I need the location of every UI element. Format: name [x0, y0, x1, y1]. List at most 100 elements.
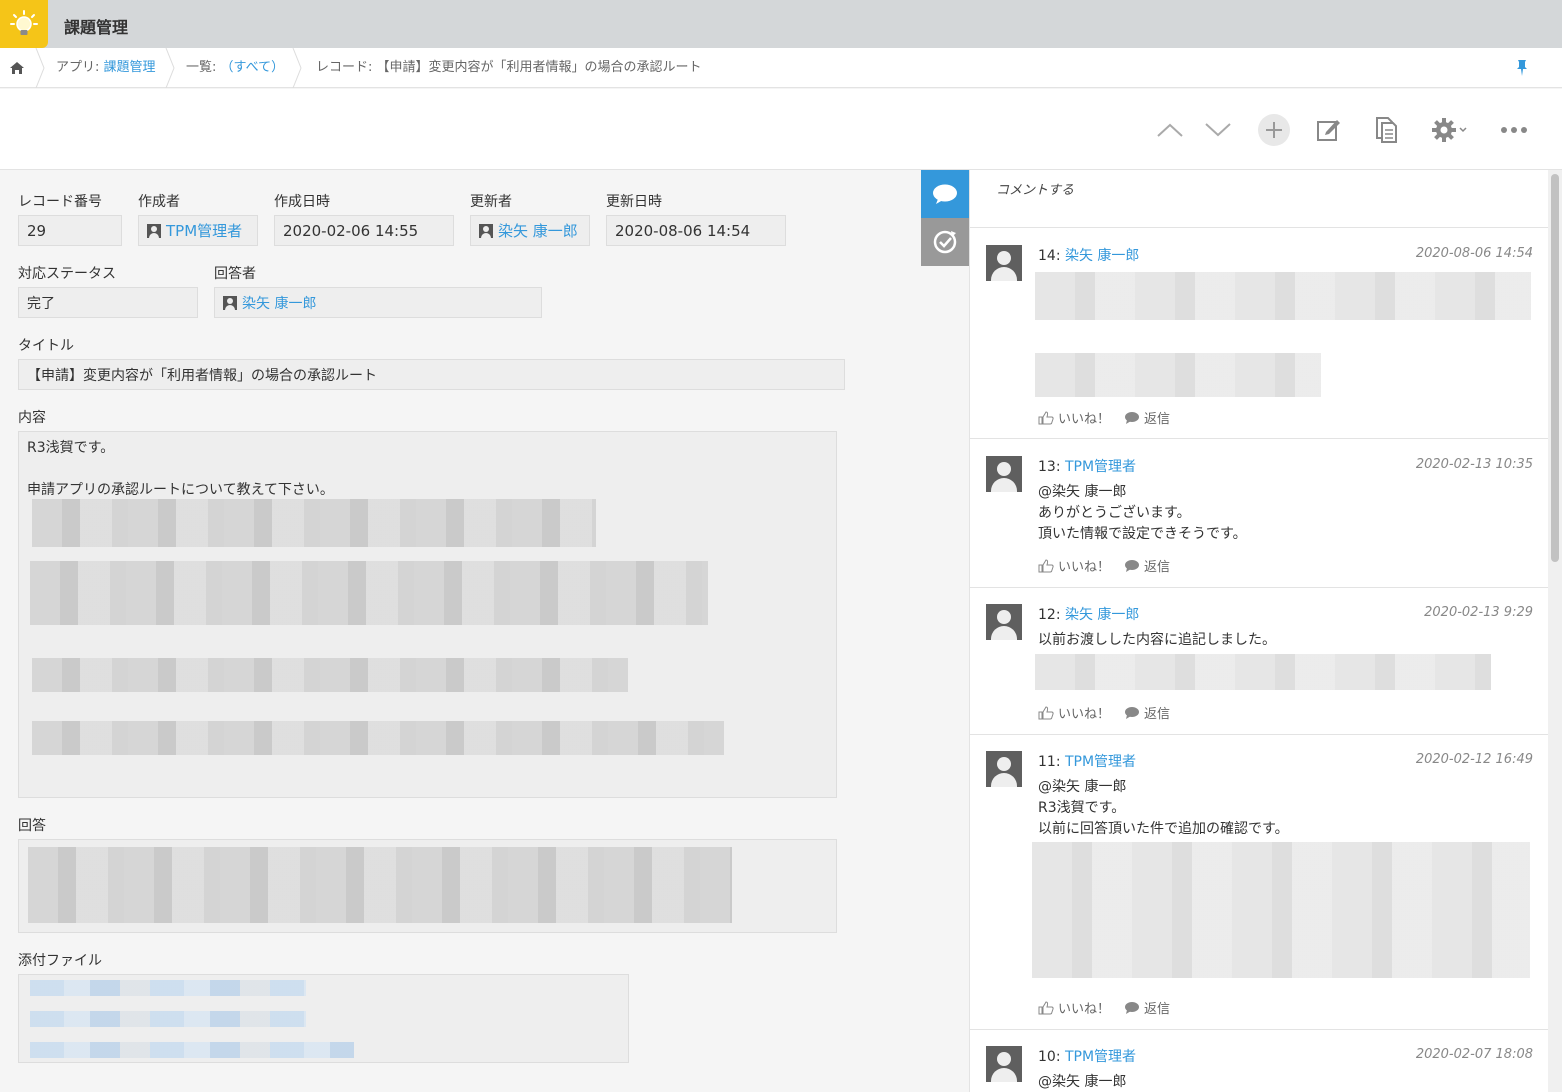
chevron-down-icon — [1205, 123, 1231, 137]
updater-link[interactable]: 染矢 康一郎 — [498, 220, 578, 241]
history-tab[interactable] — [921, 218, 969, 266]
reply-bubble-icon — [1125, 1001, 1140, 1014]
creator-link[interactable]: TPM管理者 — [166, 220, 242, 241]
comment-input[interactable]: コメントする — [970, 170, 1548, 228]
like-button[interactable]: いいね！ — [1038, 556, 1110, 575]
comment-number: 13: — [1038, 459, 1061, 475]
thumbs-up-icon — [1038, 705, 1054, 719]
comment-bubble-icon — [933, 184, 957, 204]
comment-text: 以前に回答頂いた件で追加の確認です。 — [1038, 821, 1289, 837]
comment-header: 14: 染矢 康一郎 — [1038, 245, 1139, 265]
reply-label: 返信 — [1144, 707, 1171, 722]
comment-text: ありがとうございます。 — [1038, 505, 1191, 521]
comment-placeholder: コメントする — [996, 183, 1075, 198]
answer-label: 回答 — [18, 818, 46, 834]
comment-mention-link[interactable]: @染矢 康一郎 — [1038, 481, 1126, 501]
content-label: 内容 — [18, 410, 46, 426]
created-label: 作成日時 — [274, 194, 330, 210]
reply-button[interactable]: 返信 — [1124, 998, 1170, 1017]
attachment-label: 添付ファイル — [18, 953, 102, 969]
redacted-text — [32, 658, 628, 692]
lightbulb-icon[interactable] — [0, 0, 48, 48]
record-toolbar — [0, 89, 1562, 170]
add-record-button[interactable] — [1257, 113, 1291, 147]
reply-button[interactable]: 返信 — [1124, 408, 1170, 427]
updated-value: 2020-08-06 14:54 — [615, 221, 751, 240]
content-line: R3浅賀です。 — [27, 440, 115, 456]
reply-label: 返信 — [1144, 560, 1171, 575]
comment-mention-link[interactable]: @染矢 康一郎 — [1038, 776, 1126, 796]
comment-author-link[interactable]: TPM管理者 — [1065, 1049, 1136, 1065]
plus-icon — [1258, 114, 1290, 146]
record-number-field: 29 — [18, 215, 122, 246]
comment-actions: いいね！ 返信 — [1038, 408, 1180, 427]
breadcrumb-record: レコード: 【申請】変更内容が「利用者情報」の場合の承認ルート — [316, 48, 702, 88]
creator-field: TPM管理者 — [138, 215, 258, 246]
breadcrumb-app-link[interactable]: 課題管理 — [104, 60, 156, 75]
next-record-button[interactable] — [1201, 113, 1235, 147]
title-field: 【申請】変更内容が「利用者情報」の場合の承認ルート — [18, 359, 845, 390]
comment-date: 2020-08-06 14:54 — [1415, 246, 1533, 261]
comment-author-link[interactable]: TPM管理者 — [1065, 754, 1136, 770]
reply-button[interactable]: 返信 — [1124, 556, 1170, 575]
comment-author-link[interactable]: 染矢 康一郎 — [1065, 248, 1139, 264]
breadcrumb-separator — [35, 48, 45, 88]
like-button[interactable]: いいね！ — [1038, 998, 1110, 1017]
breadcrumb-record-prefix: レコード: — [316, 60, 373, 75]
reply-bubble-icon — [1125, 559, 1140, 572]
assignee-link[interactable]: 染矢 康一郎 — [242, 293, 316, 313]
app-header: 課題管理 — [0, 0, 1562, 48]
comment-item: 11: TPM管理者 2020-02-12 16:49 @染矢 康一郎 R3浅賀… — [970, 735, 1548, 1030]
comment-date: 2020-02-13 9:29 — [1424, 605, 1533, 620]
edit-record-button[interactable] — [1312, 113, 1346, 147]
chevron-down-icon — [1459, 127, 1467, 133]
comments-scrollbar[interactable] — [1548, 170, 1562, 1092]
comment-actions: いいね！ 返信 — [1038, 998, 1180, 1017]
reply-button[interactable]: 返信 — [1124, 703, 1170, 722]
more-options-button[interactable] — [1497, 113, 1531, 147]
like-label: いいね！ — [1058, 412, 1111, 427]
redacted-text — [30, 561, 708, 625]
avatar — [986, 456, 1022, 492]
breadcrumb-list-link[interactable]: （すべて） — [221, 60, 285, 75]
duplicate-record-button[interactable] — [1369, 113, 1403, 147]
status-value: 完了 — [27, 295, 55, 312]
redacted-text — [1032, 842, 1530, 978]
comment-item: 14: 染矢 康一郎 2020-08-06 14:54 いいね！ 返信 — [970, 229, 1548, 439]
pin-icon[interactable] — [1514, 59, 1530, 77]
comment-text: R3浅賀です。 — [1038, 800, 1126, 816]
thumbs-up-icon — [1038, 1000, 1054, 1014]
like-button[interactable]: いいね！ — [1038, 408, 1110, 427]
comment-item: 12: 染矢 康一郎 2020-02-13 9:29 以前お渡しした内容に追記し… — [970, 588, 1548, 735]
assignee-field: 染矢 康一郎 — [214, 287, 542, 318]
comment-header: 12: 染矢 康一郎 — [1038, 604, 1139, 624]
attachment-file-link[interactable] — [30, 1042, 354, 1058]
reply-label: 返信 — [1144, 412, 1171, 427]
reply-label: 返信 — [1144, 1002, 1171, 1017]
home-icon[interactable] — [9, 60, 25, 76]
record-number-value: 29 — [27, 221, 47, 240]
attachment-file-link[interactable] — [30, 980, 306, 996]
user-icon — [479, 223, 493, 238]
previous-record-button[interactable] — [1153, 113, 1187, 147]
created-field: 2020-02-06 14:55 — [274, 215, 454, 246]
avatar — [986, 1046, 1022, 1082]
breadcrumb-list: 一覧: （すべて） — [186, 48, 284, 88]
avatar — [986, 245, 1022, 281]
settings-dropdown-button[interactable] — [1424, 113, 1474, 147]
attachment-file-link[interactable] — [30, 1011, 306, 1027]
redacted-text — [1035, 654, 1491, 690]
comment-author-link[interactable]: TPM管理者 — [1065, 459, 1136, 475]
breadcrumb-separator — [165, 48, 175, 88]
comment-mention-link[interactable]: @染矢 康一郎 — [1038, 1071, 1126, 1091]
updated-field: 2020-08-06 14:54 — [606, 215, 786, 246]
like-button[interactable]: いいね！ — [1038, 703, 1110, 722]
comment-text: 以前お渡しした内容に追記しました。 — [1038, 632, 1276, 648]
record-details: レコード番号 29 作成者 TPM管理者 作成日時 2020-02-06 14:… — [0, 170, 921, 1092]
assignee-label: 回答者 — [214, 266, 256, 282]
breadcrumb: アプリ: 課題管理 一覧: （すべて） レコード: 【申請】変更内容が「利用者情… — [0, 48, 1562, 88]
redacted-text — [28, 847, 732, 923]
comment-author-link[interactable]: 染矢 康一郎 — [1065, 607, 1139, 623]
comments-tab[interactable] — [921, 170, 969, 218]
scrollbar-thumb[interactable] — [1551, 174, 1559, 562]
